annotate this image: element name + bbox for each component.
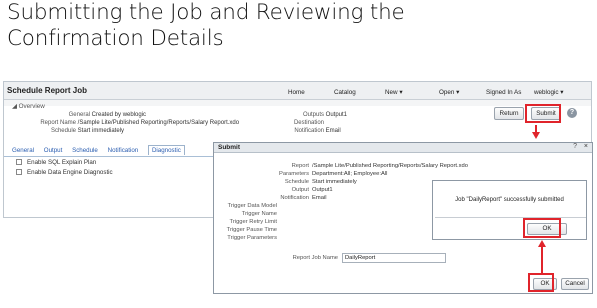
detail-label: Trigger Parameters [227,235,277,241]
tab-general[interactable]: General [12,147,34,154]
tab-schedule[interactable]: Schedule [72,147,98,154]
detail-label: Trigger Name [241,211,277,217]
detail-label: Schedule [284,179,309,185]
schedule-value: Start immediately [77,128,125,134]
overview-toggle[interactable]: ◢ Overview [12,103,45,110]
nav-catalog[interactable]: Catalog [334,89,356,96]
tab-bar: General Output Schedule Notification Dia… [12,145,193,156]
sql-explain-checkbox[interactable] [16,159,22,166]
confirm-ok-highlight-box [523,218,561,238]
detail-label: Trigger Pause Time [226,227,277,233]
data-engine-checkbox[interactable] [16,169,22,176]
sql-explain-label: Enable SQL Explain Plan [27,159,97,166]
user-menu[interactable]: weblogic ▾ [534,89,563,96]
notification-row: Notification Email [259,128,341,134]
destination-label: Destination [293,120,324,126]
general-row: General Created by weblogic [12,112,146,118]
general-value: Created by weblogic [91,112,147,118]
confirmation-divider [435,217,586,218]
nav-home[interactable]: Home [288,89,305,96]
report-name-label: Report Name [40,120,76,126]
detail-value: Output1 [312,187,333,193]
slide-title: Submitting the Job and Reviewing the Con… [7,0,405,52]
detail-value: Start immediately [312,179,357,185]
collapse-triangle-icon: ◢ [12,103,17,110]
detail-label: Output [291,187,309,193]
submit-highlight-box [525,104,561,123]
data-engine-label: Enable Data Engine Diagnostic [27,169,113,176]
chevron-down-icon: ▾ [399,89,403,96]
arrow-up-head-icon [538,240,546,247]
nav-new[interactable]: New ▾ [385,89,403,96]
nav-open-label: Open [439,89,455,96]
dialog-title: Submit [218,144,241,151]
detail-label: Trigger Data Model [227,203,277,209]
arrow-up-shaft [541,247,543,273]
return-button[interactable]: Return [494,107,524,120]
data-engine-checkbox-row[interactable]: Enable Data Engine Diagnostic [16,169,113,176]
chevron-down-icon: ▾ [560,89,564,96]
arrow-down-head-icon [532,132,540,139]
report-name-value: /Sample Lite/Published Reporting/Reports… [77,120,240,126]
outputs-label: Outputs [302,112,324,118]
dialog-cancel-button[interactable]: Cancel [561,278,589,290]
detail-value: /Sample Lite/Published Reporting/Reports… [312,163,468,169]
notification-value: Email [325,128,341,134]
notification-label: Notification [294,128,324,134]
destination-row: Destination [259,120,324,126]
job-name-label: Report Job Name [292,255,338,261]
chevron-down-icon: ▾ [456,89,460,96]
dialog-ok-highlight-box [528,273,554,292]
detail-value: Email [312,195,327,201]
detail-label: Parameters [279,171,309,177]
dialog-help-icon[interactable]: ? [573,143,577,150]
detail-value: Department:All; Employee:All [312,171,388,177]
confirmation-message: Job "DailyReport" successfully submitted [455,197,564,203]
app-title: Schedule Report Job [7,86,88,95]
nav-new-label: New [385,89,398,96]
tab-output[interactable]: Output [44,147,63,154]
slide-title-line2: Confirmation Details [7,26,224,51]
general-label: General [68,112,90,118]
outputs-value: Output1 [325,112,348,118]
help-icon[interactable]: ? [567,108,577,118]
confirmation-popup: Job "DailyReport" successfully submitted… [432,180,587,240]
schedule-row: Schedule Start immediately [12,128,124,134]
signed-in-label: Signed In As [486,89,522,96]
schedule-label: Schedule [50,128,76,134]
dialog-close-icon[interactable]: × [584,143,588,150]
nav-open[interactable]: Open ▾ [439,89,459,96]
dialog-title-bar: Submit ? × [214,143,592,153]
tab-diagnostic[interactable]: Diagnostic [147,145,185,155]
user-name: weblogic [534,89,559,96]
detail-label: Notification [280,195,309,201]
app-header: Schedule Report Job Home Catalog New ▾ O… [4,82,591,100]
job-name-input[interactable]: DailyReport [342,253,446,263]
tab-notification[interactable]: Notification [108,147,139,154]
outputs-row: Outputs Output1 [259,112,347,118]
detail-label: Report [291,163,309,169]
slide-title-line1: Submitting the Job and Reviewing the [7,0,405,25]
sub-bar [4,100,591,106]
detail-label: Trigger Retry Limit [229,219,277,225]
overview-label: Overview [18,103,45,110]
report-name-row: Report Name /Sample Lite/Published Repor… [12,120,239,126]
sql-explain-checkbox-row[interactable]: Enable SQL Explain Plan [16,159,96,166]
